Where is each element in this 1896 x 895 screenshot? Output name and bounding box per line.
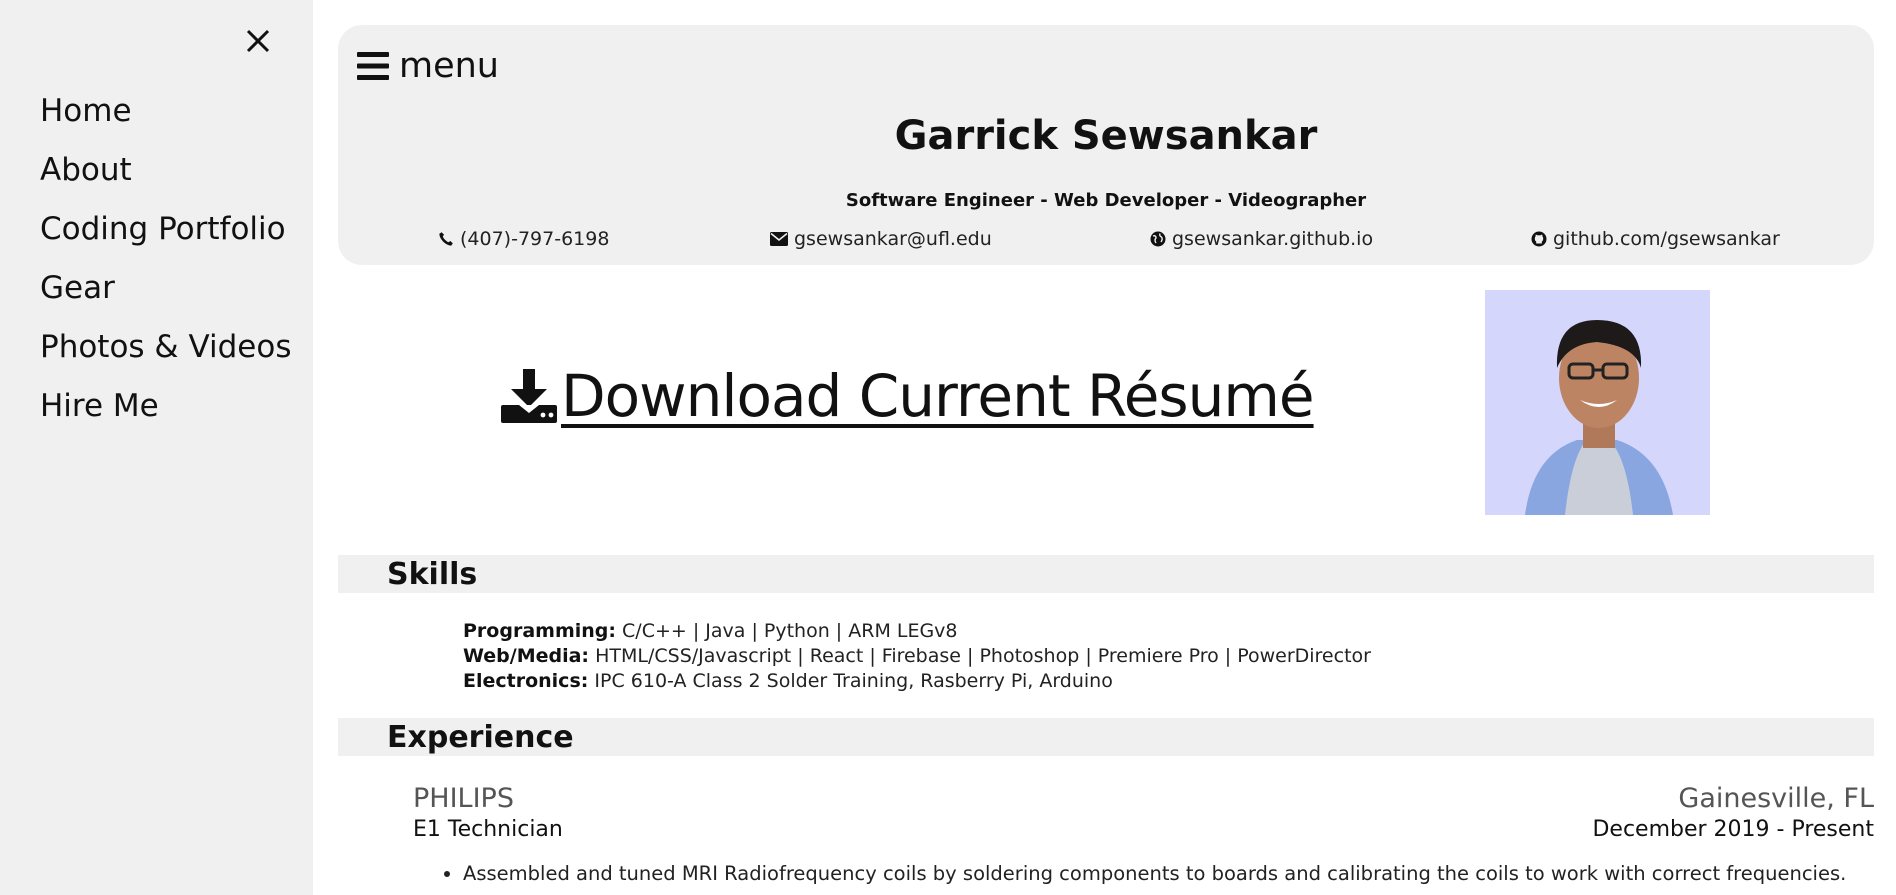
close-icon — [246, 29, 270, 53]
job-dates: December 2019 - Present — [1592, 817, 1874, 842]
skill-value: HTML/CSS/Javascript | React | Firebase |… — [595, 645, 1371, 667]
skills-section-header: Skills — [338, 555, 1874, 593]
contact-bar: (407)-797-6198 gsewsankar@ufl.edu gsewsa… — [338, 228, 1874, 258]
skill-row: Electronics: IPC 610-A Class 2 Solder Tr… — [463, 669, 1371, 694]
skills-title: Skills — [387, 557, 478, 592]
header-card: menu Garrick Sewsankar Software Engineer… — [338, 25, 1874, 265]
sidebar: Home About Coding Portfolio Gear Photos … — [0, 0, 313, 895]
contact-phone[interactable]: (407)-797-6198 — [438, 228, 609, 250]
sidebar-nav: Home About Coding Portfolio Gear Photos … — [40, 82, 291, 436]
phone-text: (407)-797-6198 — [460, 228, 610, 250]
job-bullets: Assembled and tuned MRI Radiofrequency c… — [413, 862, 1883, 885]
experience-section-header: Experience — [338, 718, 1874, 756]
tagline: Software Engineer - Web Developer - Vide… — [845, 190, 1367, 211]
email-text: gsewsankar@ufl.edu — [794, 228, 992, 250]
skill-label: Electronics: — [463, 670, 589, 692]
main-content: menu Garrick Sewsankar Software Engineer… — [338, 0, 1874, 895]
sidebar-item-gear[interactable]: Gear — [40, 259, 291, 318]
experience-title: Experience — [387, 720, 574, 755]
job-bullet: Assembled and tuned MRI Radiofrequency c… — [463, 862, 1883, 885]
website-text: gsewsankar.github.io — [1172, 228, 1374, 250]
sidebar-item-hire-me[interactable]: Hire Me — [40, 377, 291, 436]
sidebar-item-about[interactable]: About — [40, 141, 291, 200]
github-text: github.com/gsewsankar — [1553, 228, 1780, 250]
avatar — [1485, 290, 1710, 515]
job-title: E1 Technician — [413, 817, 563, 842]
menu-label: menu — [399, 46, 499, 86]
close-sidebar-button[interactable] — [243, 26, 273, 56]
download-resume-label: Download Current Résumé — [561, 362, 1315, 430]
menu-toggle-button[interactable]: menu — [357, 45, 499, 87]
job-company: PHILIPS — [413, 783, 514, 814]
sidebar-item-home[interactable]: Home — [40, 82, 291, 141]
globe-icon — [1150, 231, 1166, 247]
skills-list: Programming: C/C++ | Java | Python | ARM… — [463, 619, 1371, 694]
job-location: Gainesville, FL — [1678, 783, 1874, 814]
page-title: Garrick Sewsankar — [894, 113, 1318, 159]
skill-label: Web/Media: — [463, 645, 590, 667]
skill-row: Programming: C/C++ | Java | Python | ARM… — [463, 619, 1371, 644]
phone-icon — [439, 232, 453, 246]
skill-label: Programming: — [463, 620, 616, 642]
skill-value: C/C++ | Java | Python | ARM LEGv8 — [622, 620, 958, 642]
download-icon — [501, 369, 557, 423]
contact-github[interactable]: github.com/gsewsankar — [1531, 228, 1780, 250]
github-icon — [1531, 231, 1547, 247]
envelope-icon — [770, 232, 788, 246]
sidebar-item-coding-portfolio[interactable]: Coding Portfolio — [40, 200, 291, 259]
hamburger-icon — [357, 52, 389, 80]
contact-email[interactable]: gsewsankar@ufl.edu — [770, 228, 992, 250]
download-resume-link[interactable]: Download Current Résumé — [501, 362, 1315, 430]
sidebar-item-photos-videos[interactable]: Photos & Videos — [40, 318, 291, 377]
skill-row: Web/Media: HTML/CSS/Javascript | React |… — [463, 644, 1371, 669]
skill-value: IPC 610-A Class 2 Solder Training, Rasbe… — [594, 670, 1113, 692]
contact-website[interactable]: gsewsankar.github.io — [1150, 228, 1373, 250]
avatar-illustration — [1485, 290, 1710, 515]
